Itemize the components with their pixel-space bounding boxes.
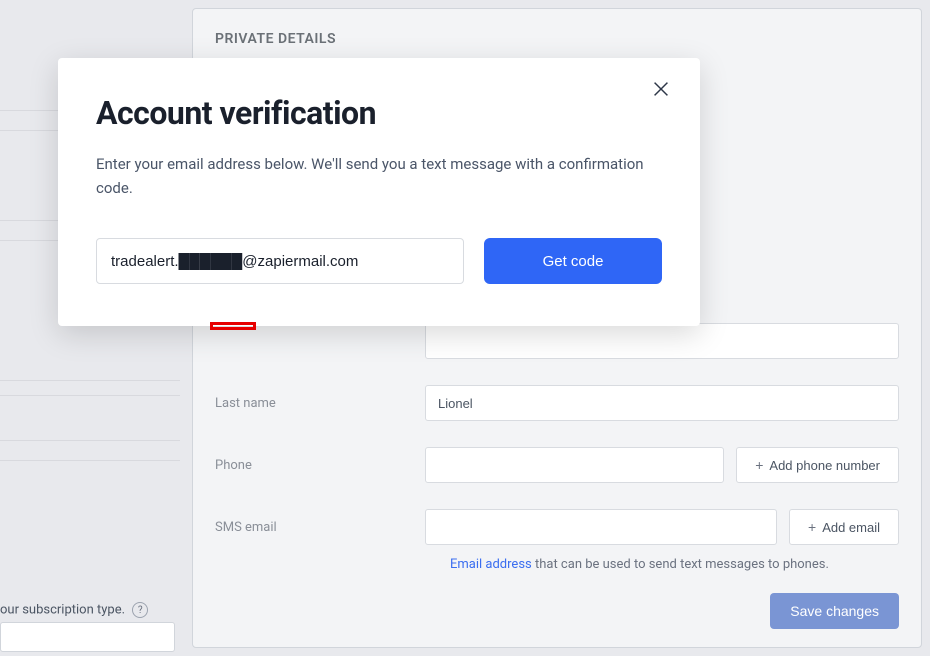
last-name-label: Last name <box>215 396 425 411</box>
sms-email-field[interactable] <box>425 509 777 545</box>
modal-description: Enter your email address below. We'll se… <box>96 152 662 200</box>
account-verification-modal: Account verification Enter your email ad… <box>58 58 700 326</box>
help-icon[interactable]: ? <box>132 602 148 618</box>
add-phone-button[interactable]: + Add phone number <box>736 447 899 483</box>
sms-email-helper: Email address that can be used to send t… <box>450 557 899 572</box>
form-row-sms-email: SMS email + Add email <box>215 509 899 545</box>
save-changes-button[interactable]: Save changes <box>770 593 899 629</box>
sms-email-label: SMS email <box>215 520 425 535</box>
add-phone-label: Add phone number <box>769 458 880 473</box>
form-row-lastname: Last name <box>215 385 899 421</box>
hidden-field[interactable] <box>425 323 899 359</box>
add-email-button[interactable]: + Add email <box>789 509 899 545</box>
subscription-text: our subscription type. <box>0 602 125 617</box>
email-address-link[interactable]: Email address <box>450 557 532 572</box>
close-icon[interactable] <box>650 78 676 104</box>
modal-title: Account verification <box>96 94 662 132</box>
get-code-button[interactable]: Get code <box>484 238 662 284</box>
form-row-phone: Phone + Add phone number <box>215 447 899 483</box>
last-name-field[interactable] <box>425 385 899 421</box>
verification-email-field[interactable] <box>96 238 464 284</box>
subscription-type-label: our subscription type. ? <box>0 602 148 618</box>
plus-icon: + <box>808 519 816 535</box>
sidebar-divider <box>0 460 180 461</box>
section-title: PRIVATE DETAILS <box>215 31 899 47</box>
modal-input-row: Get code <box>96 238 662 284</box>
sidebar-divider <box>0 395 180 396</box>
add-email-label: Add email <box>822 520 880 535</box>
redaction-marker <box>210 322 256 330</box>
sidebar-divider <box>0 380 180 381</box>
form-row-hidden <box>215 323 899 359</box>
plus-icon: + <box>755 457 763 473</box>
phone-label: Phone <box>215 458 425 473</box>
subscription-selector[interactable] <box>0 622 175 652</box>
phone-field[interactable] <box>425 447 724 483</box>
sidebar-divider <box>0 440 180 441</box>
helper-text-rest: that can be used to send text messages t… <box>532 557 829 572</box>
